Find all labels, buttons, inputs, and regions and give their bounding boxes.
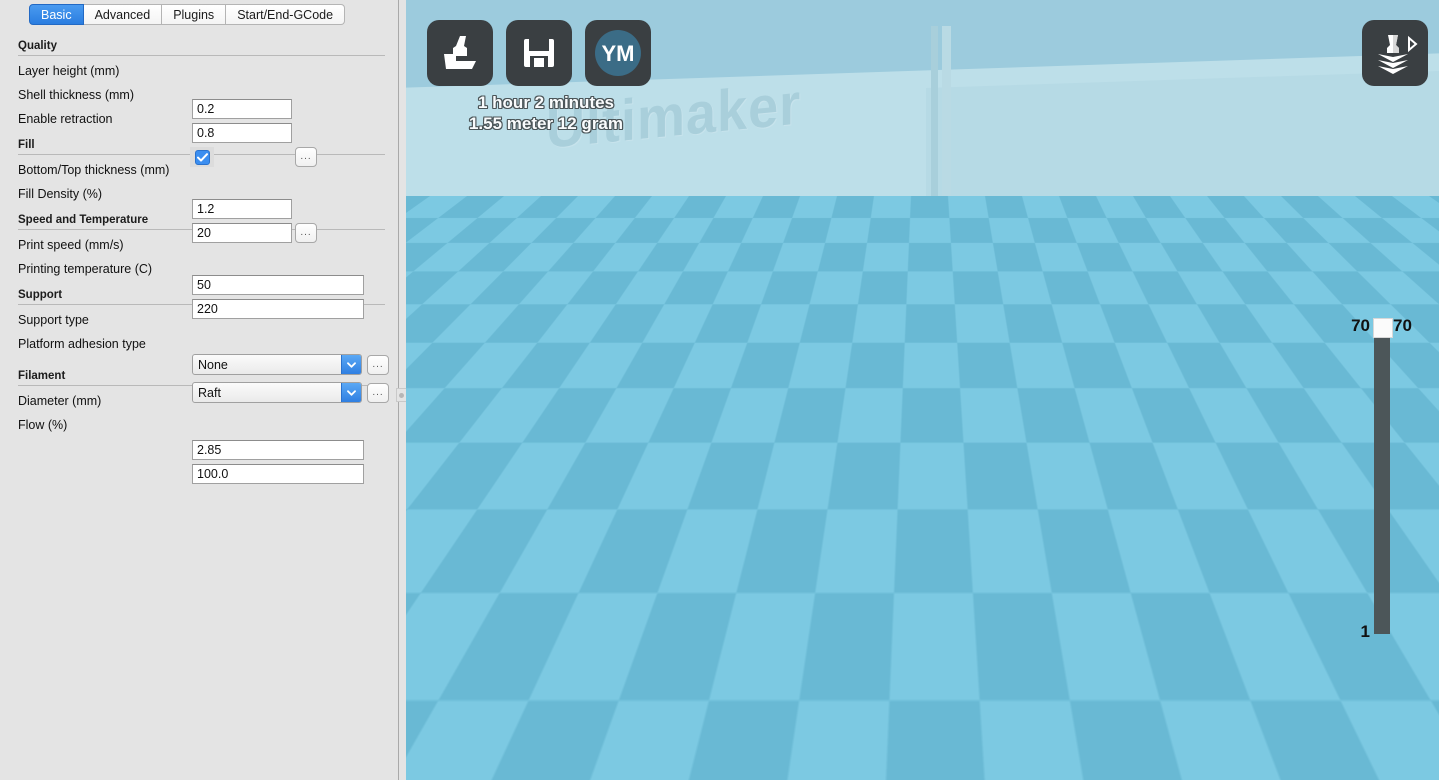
setting-label-printing-temperature: Printing temperature (C)	[18, 262, 153, 276]
chevron-down-icon[interactable]	[341, 383, 361, 402]
load-model-button[interactable]	[427, 20, 493, 86]
dropdown-platform-adhesion-type-value: Raft	[198, 385, 221, 400]
input-printing-temperature[interactable]	[192, 299, 364, 319]
input-shell-thickness[interactable]	[192, 123, 292, 143]
input-flow[interactable]	[192, 464, 364, 484]
layer-view-icon	[1378, 35, 1418, 74]
layer-slider[interactable]: 70 70 1	[1351, 316, 1412, 641]
tab-plugins-label: Plugins	[173, 7, 215, 22]
input-diameter[interactable]	[192, 440, 364, 460]
cura-application-window: Basic Advanced Plugins Start/End-GCode Q…	[0, 0, 1439, 780]
normal-view-icon	[1389, 687, 1412, 709]
input-bottom-top-thickness[interactable]	[192, 199, 292, 219]
tab-basic[interactable]: Basic	[29, 4, 84, 25]
dots-label: ...	[300, 227, 312, 238]
setting-row-layer-height: Layer height (mm)	[0, 59, 398, 83]
setting-label-bottom-top-thickness: Bottom/Top thickness (mm)	[18, 163, 170, 177]
setting-label-fill-density: Fill Density (%)	[18, 187, 103, 201]
layer-slider-min-value: 1	[1360, 622, 1370, 641]
build-plate-3d-view[interactable]: Ultimaker YM 1 hour 2 minutes 1.55 meter…	[406, 0, 1439, 780]
save-toolpath-button[interactable]	[506, 20, 572, 86]
settings-list: Quality Layer height (mm) Shell thicknes…	[0, 34, 398, 484]
input-layer-height[interactable]	[192, 99, 292, 119]
setting-row-flow: Flow (%)	[0, 413, 398, 437]
printer-pillar-right	[942, 26, 951, 201]
splitter-grip-dot	[399, 392, 404, 398]
setting-label-layer-height: Layer height (mm)	[18, 64, 120, 78]
setting-label-print-speed: Print speed (mm/s)	[18, 238, 124, 252]
layer-slider-current-value: 70	[1351, 316, 1370, 335]
setting-label-support-type: Support type	[18, 313, 89, 327]
tab-advanced[interactable]: Advanced	[83, 4, 163, 25]
layer-slider-track[interactable]	[1374, 322, 1390, 634]
youmagine-button[interactable]: YM	[585, 20, 651, 86]
dropdown-platform-adhesion-type[interactable]: Raft	[192, 382, 362, 403]
normal-view-button[interactable]	[1380, 679, 1418, 717]
layer-slider-max-value: 70	[1393, 316, 1412, 335]
more-options-button-support-type[interactable]: ...	[367, 355, 389, 375]
save-floppy-icon	[524, 39, 554, 67]
setting-label-platform-adhesion-type: Platform adhesion type	[18, 337, 146, 351]
setting-label-diameter: Diameter (mm)	[18, 394, 102, 408]
input-print-speed[interactable]	[192, 275, 364, 295]
setting-label-flow: Flow (%)	[18, 418, 68, 432]
dots-label: ...	[372, 359, 384, 370]
view-toolbar: YM	[427, 20, 651, 86]
load-model-icon	[444, 36, 476, 69]
more-options-button-platform-adhesion[interactable]: ...	[367, 383, 389, 403]
checkbox-enable-retraction-wrap[interactable]	[190, 147, 214, 167]
tab-plugins[interactable]: Plugins	[162, 4, 227, 25]
settings-tab-bar: Basic Advanced Plugins Start/End-GCode	[29, 4, 346, 25]
setting-row-platform-adhesion-type: Platform adhesion type	[0, 332, 398, 356]
group-divider	[18, 55, 385, 56]
dropdown-support-type-value: None	[198, 357, 228, 372]
setting-label-shell-thickness: Shell thickness (mm)	[18, 88, 134, 102]
sliced-model-gcode-preview[interactable]	[654, 305, 1144, 605]
settings-panel: Basic Advanced Plugins Start/End-GCode Q…	[0, 0, 399, 780]
layer-slider-handle[interactable]	[1373, 318, 1393, 338]
dots-label: ...	[372, 387, 384, 398]
tab-start-end-gcode[interactable]: Start/End-GCode	[226, 4, 346, 25]
tab-advanced-label: Advanced	[94, 7, 151, 22]
checkbox-enable-retraction[interactable]	[194, 149, 210, 165]
youmagine-icon: YM	[595, 30, 641, 76]
dots-label: ...	[300, 151, 312, 162]
dropdown-support-type[interactable]: None	[192, 354, 362, 375]
chevron-down-icon[interactable]	[341, 355, 361, 374]
group-title-quality: Quality	[18, 40, 57, 52]
tab-start-end-gcode-label: Start/End-GCode	[237, 7, 334, 22]
more-options-button-fill-density[interactable]: ...	[295, 223, 317, 243]
input-fill-density[interactable]	[192, 223, 292, 243]
setting-label-enable-retraction: Enable retraction	[18, 112, 113, 126]
tab-basic-label: Basic	[41, 7, 72, 22]
view-mode-button[interactable]	[1362, 20, 1428, 86]
printer-pillar-left	[931, 26, 938, 201]
check-icon	[196, 152, 208, 162]
svg-text:YM: YM	[602, 41, 635, 66]
more-options-button-retraction[interactable]: ...	[295, 147, 317, 167]
